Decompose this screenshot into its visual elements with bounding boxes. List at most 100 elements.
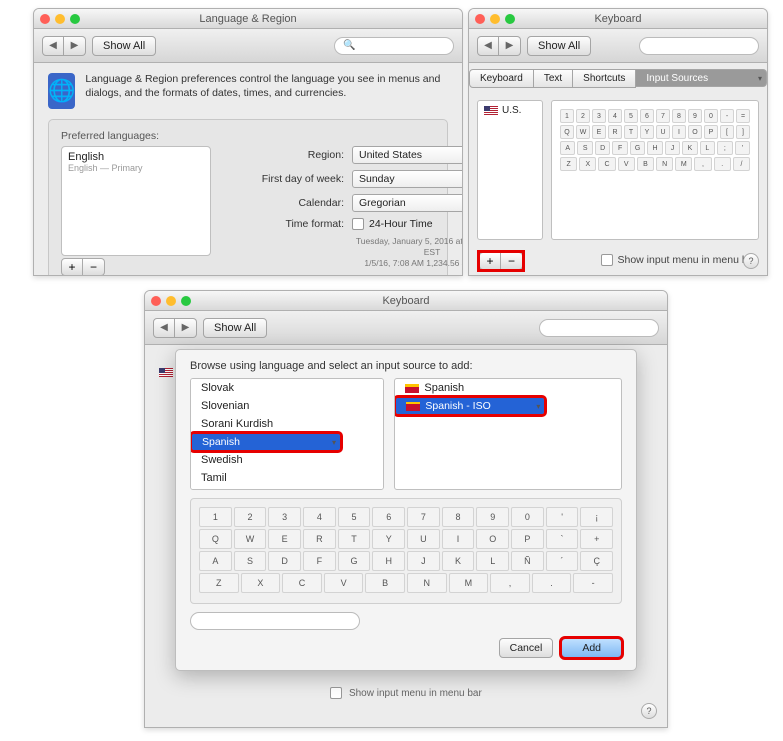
tab-input-sources[interactable]: Input Sources: [636, 69, 767, 87]
calendar-select[interactable]: Gregorian: [352, 194, 463, 212]
input-source-item[interactable]: U.S.: [502, 105, 521, 116]
close-icon[interactable]: [151, 296, 161, 306]
language-list[interactable]: SlovakSlovenianSorani KurdishSpanishSwed…: [190, 378, 384, 490]
key: L: [476, 551, 509, 571]
remove-button[interactable]: −: [83, 258, 105, 276]
key: ]: [736, 125, 750, 139]
tab-keyboard[interactable]: Keyboard: [469, 69, 534, 88]
show-input-menu-checkbox[interactable]: [330, 687, 342, 699]
help-button[interactable]: ?: [641, 703, 657, 719]
window-title: Keyboard: [145, 295, 667, 307]
show-all-button[interactable]: Show All: [527, 36, 591, 56]
cancel-button[interactable]: Cancel: [499, 638, 554, 658]
key: 0: [704, 109, 718, 123]
language-item[interactable]: Swedish: [191, 451, 383, 469]
key: `: [546, 529, 579, 549]
key: ´: [546, 551, 579, 571]
remove-button[interactable]: −: [501, 252, 523, 270]
input-source-list[interactable]: U.S.: [477, 100, 543, 240]
key: E: [268, 529, 301, 549]
key: Z: [560, 157, 577, 171]
key: V: [618, 157, 635, 171]
search-field[interactable]: [639, 37, 759, 55]
key: -: [720, 109, 734, 123]
key: G: [338, 551, 371, 571]
first-day-label: First day of week:: [229, 173, 344, 185]
back-button[interactable]: ◀: [153, 318, 175, 338]
add-button[interactable]: +: [479, 252, 501, 270]
es-flag-icon: [406, 402, 420, 411]
key: =: [736, 109, 750, 123]
key: 9: [476, 507, 509, 527]
language-item-sub: English — Primary: [68, 163, 204, 173]
titlebar[interactable]: Keyboard: [469, 9, 767, 29]
key: C: [598, 157, 615, 171]
key: V: [324, 573, 364, 593]
key: .: [532, 573, 572, 593]
add-remove-segment: + −: [61, 258, 211, 276]
back-button[interactable]: ◀: [42, 36, 64, 56]
key: 0: [511, 507, 544, 527]
minimize-icon[interactable]: [166, 296, 176, 306]
tab-text[interactable]: Text: [534, 69, 573, 88]
close-icon[interactable]: [475, 14, 485, 24]
language-item[interactable]: Sorani Kurdish: [191, 415, 383, 433]
back-button[interactable]: ◀: [477, 36, 499, 56]
show-all-button[interactable]: Show All: [92, 36, 156, 56]
forward-button[interactable]: ▶: [499, 36, 521, 56]
key: 1: [199, 507, 232, 527]
show-input-menu-checkbox[interactable]: [601, 254, 613, 266]
input-source-item[interactable]: Spanish: [395, 379, 621, 397]
input-source-list[interactable]: SpanishSpanish - ISO: [394, 378, 622, 490]
24hour-checkbox[interactable]: [352, 218, 364, 230]
key: 8: [442, 507, 475, 527]
key: Q: [560, 125, 574, 139]
key: [: [720, 125, 734, 139]
language-item[interactable]: Telugu: [191, 487, 383, 490]
key: R: [303, 529, 336, 549]
key: B: [637, 157, 654, 171]
key: 8: [672, 109, 686, 123]
us-flag-icon: [159, 368, 173, 377]
key: J: [665, 141, 680, 155]
key: 6: [372, 507, 405, 527]
close-icon[interactable]: [40, 14, 50, 24]
key: T: [624, 125, 638, 139]
search-icon: 🔍: [343, 40, 355, 51]
language-item[interactable]: Spanish: [191, 433, 341, 451]
window-controls[interactable]: [40, 14, 80, 24]
zoom-icon[interactable]: [505, 14, 515, 24]
add-button[interactable]: +: [61, 258, 83, 276]
add-button[interactable]: Add: [561, 638, 622, 658]
language-item[interactable]: English: [68, 151, 204, 163]
region-select[interactable]: United States: [352, 146, 463, 164]
language-item[interactable]: Slovenian: [191, 397, 383, 415]
language-item[interactable]: Slovak: [191, 379, 383, 397]
first-day-select[interactable]: Sunday: [352, 170, 463, 188]
key: ¡: [580, 507, 613, 527]
language-list[interactable]: English English — Primary: [61, 146, 211, 256]
search-field[interactable]: 🔍: [334, 37, 454, 55]
zoom-icon[interactable]: [70, 14, 80, 24]
window-controls[interactable]: [475, 14, 515, 24]
key: 3: [592, 109, 606, 123]
tab-shortcuts[interactable]: Shortcuts: [573, 69, 636, 88]
search-field[interactable]: [539, 319, 659, 337]
minimize-icon[interactable]: [490, 14, 500, 24]
minimize-icon[interactable]: [55, 14, 65, 24]
show-all-button[interactable]: Show All: [203, 318, 267, 338]
key: 3: [268, 507, 301, 527]
zoom-icon[interactable]: [181, 296, 191, 306]
forward-button[interactable]: ▶: [64, 36, 86, 56]
key: Y: [640, 125, 654, 139]
titlebar[interactable]: Language & Region: [34, 9, 462, 29]
search-input[interactable]: [190, 612, 360, 630]
forward-button[interactable]: ▶: [175, 318, 197, 338]
key: M: [675, 157, 692, 171]
help-button[interactable]: ?: [743, 253, 759, 269]
input-source-item[interactable]: Spanish - ISO: [395, 397, 545, 415]
key: F: [303, 551, 336, 571]
titlebar[interactable]: Keyboard: [145, 291, 667, 311]
language-item[interactable]: Tamil: [191, 469, 383, 487]
window-controls[interactable]: [151, 296, 191, 306]
